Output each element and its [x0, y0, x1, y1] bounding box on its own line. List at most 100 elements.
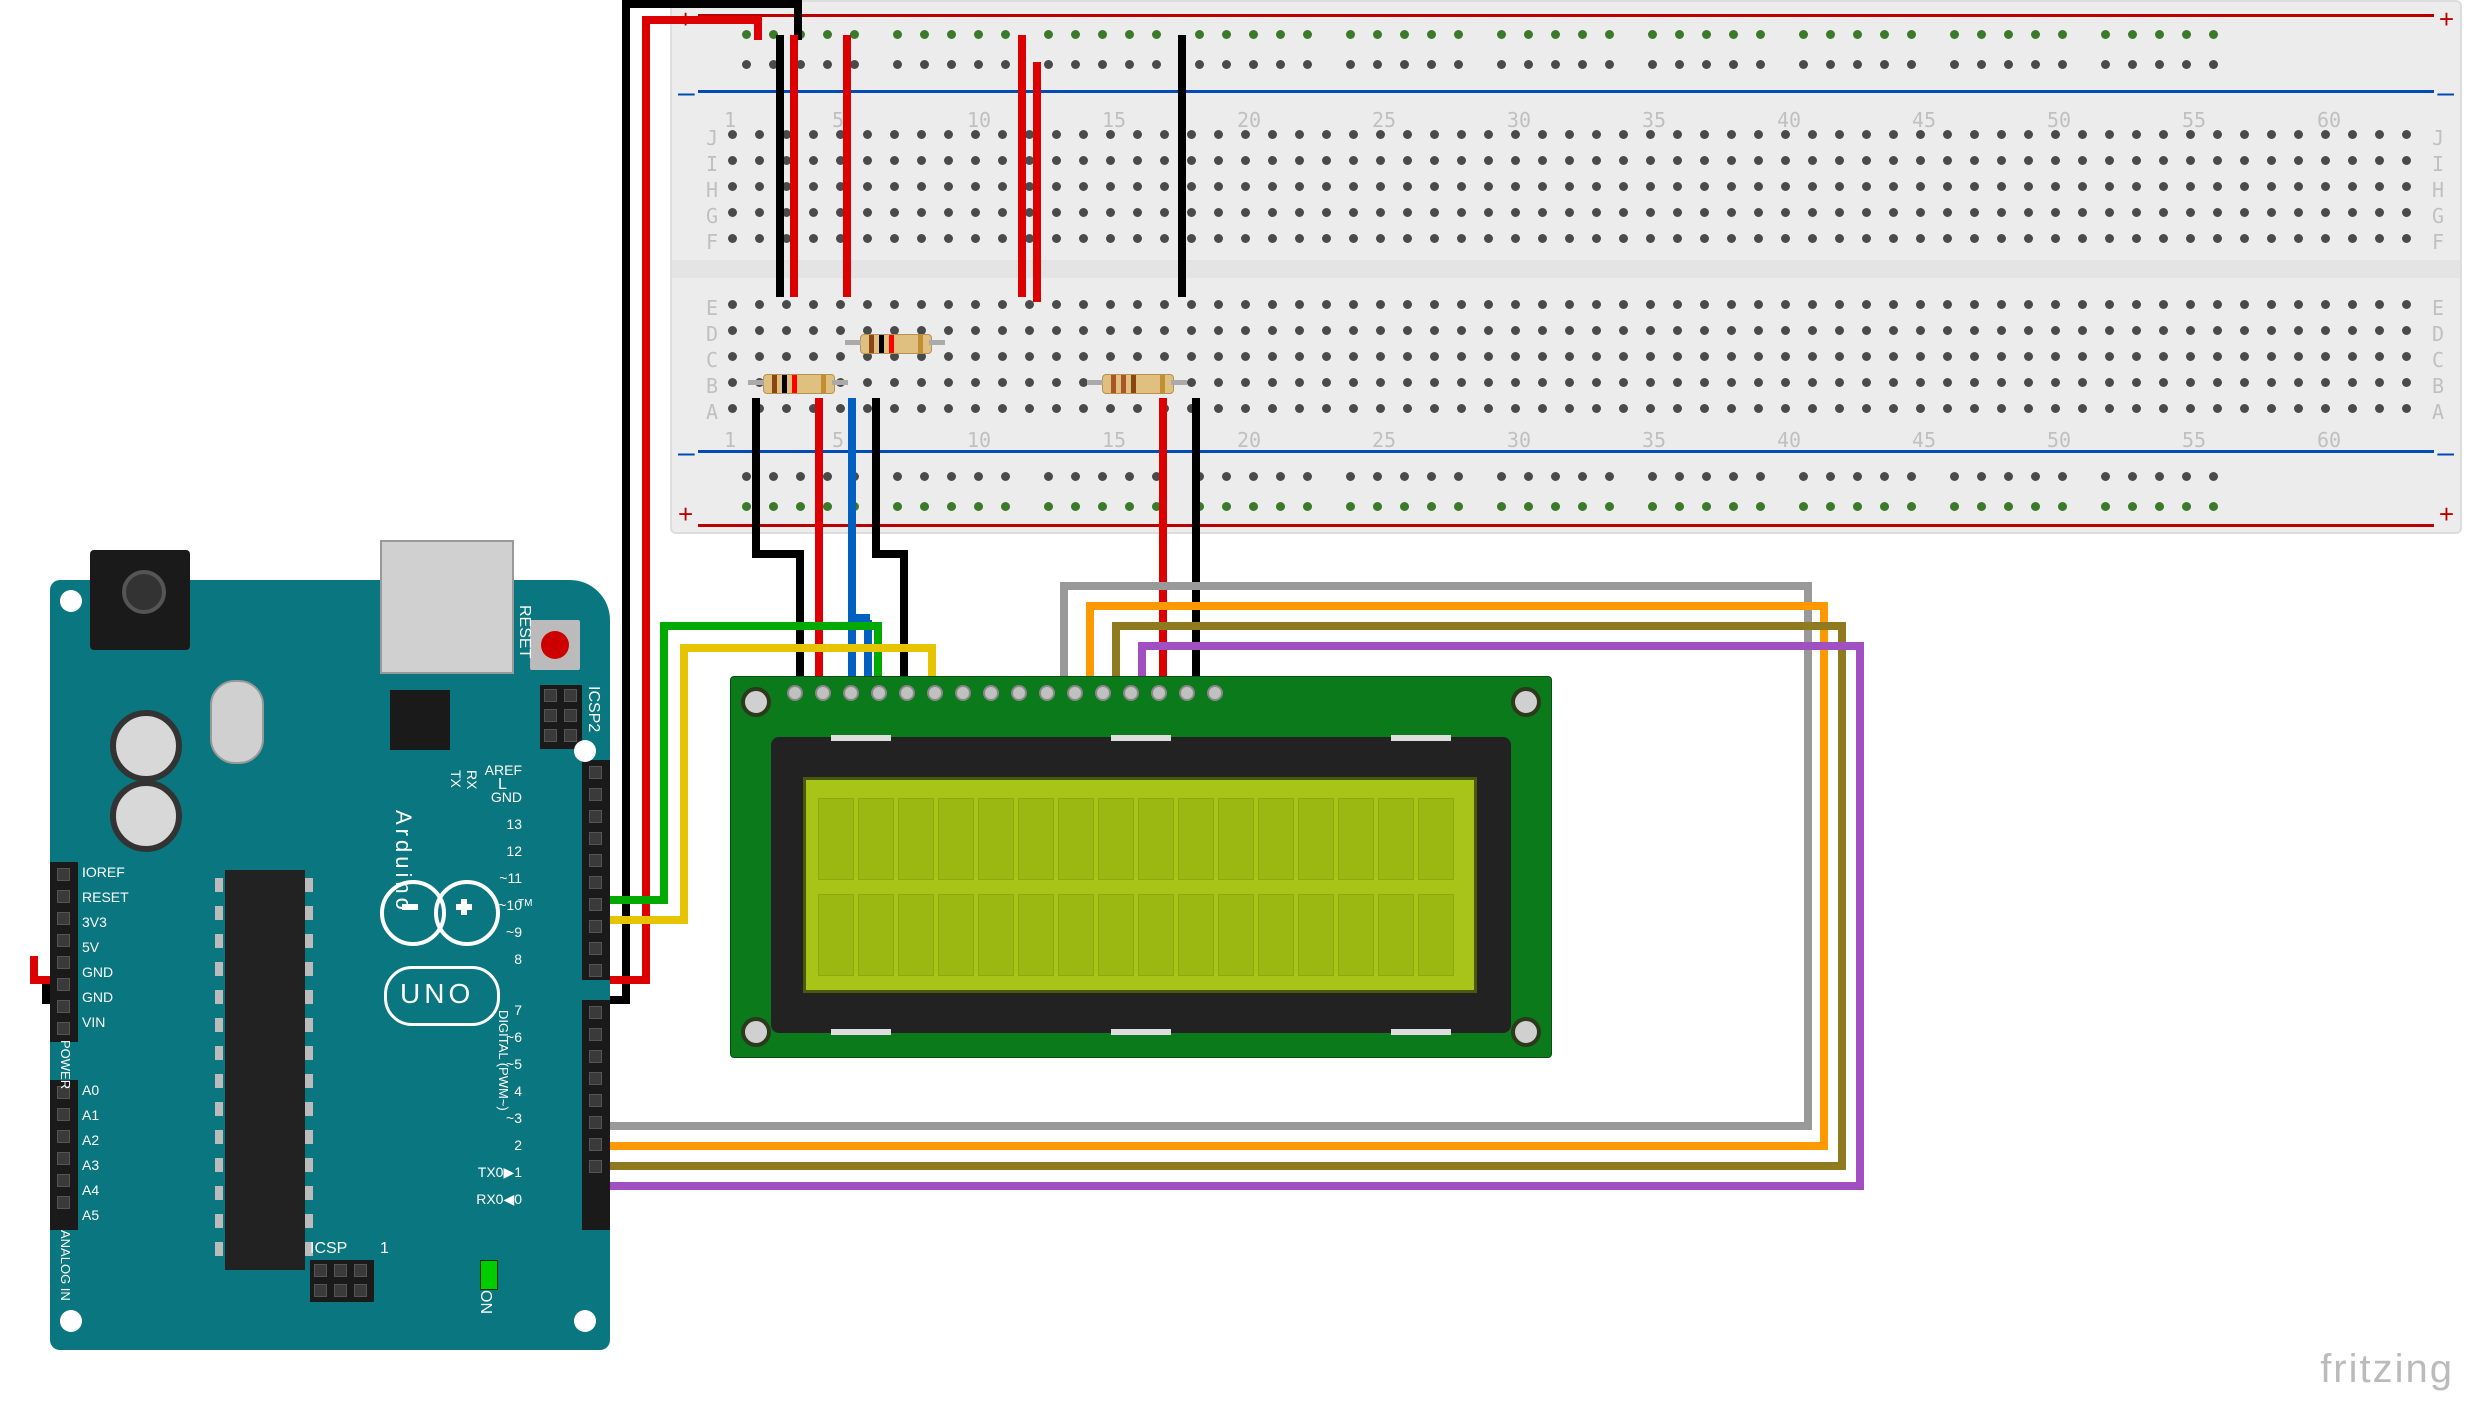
lcd-cell	[1018, 894, 1054, 976]
lcd-cell	[1378, 798, 1414, 880]
power-pin-ioref: IOREF	[82, 864, 125, 880]
analog-pin-a0: A0	[82, 1082, 99, 1098]
power-pin-gnd: GND	[82, 964, 113, 980]
lcd-cell	[858, 894, 894, 976]
lcd-cell	[1418, 894, 1454, 976]
lcd-cell	[1018, 798, 1054, 880]
lcd-cell	[1338, 894, 1374, 976]
lcd-pin-d4	[1067, 685, 1083, 701]
lcd-cell	[1098, 798, 1134, 880]
breadboard-row-label: I	[2432, 152, 2444, 176]
wire-5v-main-v	[642, 16, 650, 976]
lcd-cell	[1218, 798, 1254, 880]
wire-gnd-main-v	[622, 0, 630, 996]
breadboard-col-label: 35	[1642, 428, 1666, 452]
breadboard-col-label: 30	[1507, 428, 1531, 452]
lcd-pin-a	[1179, 685, 1195, 701]
digital-pin-4: 4	[466, 1083, 522, 1099]
power-pin-gnd: GND	[82, 989, 113, 1005]
breadboard-col-label: 45	[1912, 428, 1936, 452]
lcd-cell	[1138, 798, 1174, 880]
icsp2-label: ICSP2	[584, 686, 602, 732]
digital-pin-8: 8	[466, 951, 522, 967]
lcd-cell	[818, 798, 854, 880]
breadboard-col-label: 20	[1237, 108, 1261, 132]
resistor-3	[1102, 374, 1174, 394]
lcd-cell	[858, 798, 894, 880]
breadboard-row-label: G	[2432, 204, 2444, 228]
digital-pin-3: ~3	[466, 1110, 522, 1126]
analog-pin-a4: A4	[82, 1182, 99, 1198]
lcd-cell	[1058, 798, 1094, 880]
breadboard-row-label: J	[706, 126, 718, 150]
lcd-cell	[978, 894, 1014, 976]
analog-header	[50, 1080, 78, 1230]
lcd-cell	[1298, 894, 1334, 976]
lcd-cell	[978, 798, 1014, 880]
breadboard-row-label: C	[706, 348, 718, 372]
lcd-pin-e	[927, 685, 943, 701]
breadboard-col-label: 50	[2047, 108, 2071, 132]
lcd-cell	[1058, 894, 1094, 976]
breadboard-col-label: 55	[2182, 108, 2206, 132]
digital-pin-11: ~11	[466, 870, 522, 886]
lcd-cell	[938, 894, 974, 976]
analog-pin-a2: A2	[82, 1132, 99, 1148]
reset-button[interactable]	[530, 620, 580, 670]
digital-pin-rx00: RX0◀0	[466, 1191, 522, 1208]
lcd-pin-vdd	[815, 685, 831, 701]
lcd-pin-d6	[1123, 685, 1139, 701]
digital-pin-gnd: GND	[466, 789, 522, 805]
lcd-screen	[803, 777, 1477, 993]
lcd-cell	[1258, 798, 1294, 880]
breadboard-row-label: I	[706, 152, 718, 176]
atmega-chip	[225, 870, 305, 1270]
resistor-1	[763, 374, 835, 394]
lcd-pin-d7	[1151, 685, 1167, 701]
lcd-pin-d5	[1095, 685, 1111, 701]
breadboard-row-label: F	[2432, 230, 2444, 254]
breadboard-row-label: E	[2432, 296, 2444, 320]
breadboard-row-label: B	[2432, 374, 2444, 398]
breadboard-col-label: 40	[1777, 428, 1801, 452]
breadboard-col-label: 45	[1912, 108, 1936, 132]
digital-pin-aref: AREF	[466, 762, 522, 778]
icsp-header	[310, 1260, 374, 1302]
reset-label: RESET	[515, 605, 533, 658]
lcd-pin-d3	[1039, 685, 1055, 701]
analog-pin-a3: A3	[82, 1157, 99, 1173]
digital-pin-12: 12	[466, 843, 522, 859]
breadboard-row-label: J	[2432, 126, 2444, 150]
lcd-cell	[1378, 894, 1414, 976]
power-header	[50, 862, 78, 1042]
digital-pin-13: 13	[466, 816, 522, 832]
breadboard-col-label: 50	[2047, 428, 2071, 452]
breadboard-row-label: H	[706, 178, 718, 202]
wire-d4-grey	[1060, 582, 1068, 682]
breadboard-row-label: F	[706, 230, 718, 254]
wire-e-yellow	[680, 644, 688, 916]
digital-pin-9: ~9	[466, 924, 522, 940]
power-pin-5v: 5V	[82, 939, 99, 955]
power-pin-vin: VIN	[82, 1014, 105, 1030]
lcd-cell	[898, 894, 934, 976]
lcd-pin-d0	[955, 685, 971, 701]
breadboard-col-label: 60	[2317, 428, 2341, 452]
lcd-pin-vss	[787, 685, 803, 701]
lcd-pin-d1	[983, 685, 999, 701]
lcd-pin-rs	[871, 685, 887, 701]
arduino-title: Arduino	[390, 810, 416, 914]
breadboard-col-label: 10	[967, 108, 991, 132]
resistor-2	[860, 334, 932, 354]
breadboard-row-label: G	[706, 204, 718, 228]
icsp2-header	[540, 685, 582, 749]
breadboard-col-label: 25	[1372, 108, 1396, 132]
lcd-cell	[1298, 798, 1334, 880]
breadboard-col-label: 55	[2182, 428, 2206, 452]
wire-d5-orange	[1086, 602, 1094, 682]
power-pin-reset: RESET	[82, 889, 129, 905]
breadboard-col-label: 20	[1237, 428, 1261, 452]
lcd-cell	[898, 798, 934, 880]
lcd-cell	[818, 894, 854, 976]
breadboard-row-label: A	[706, 400, 718, 424]
